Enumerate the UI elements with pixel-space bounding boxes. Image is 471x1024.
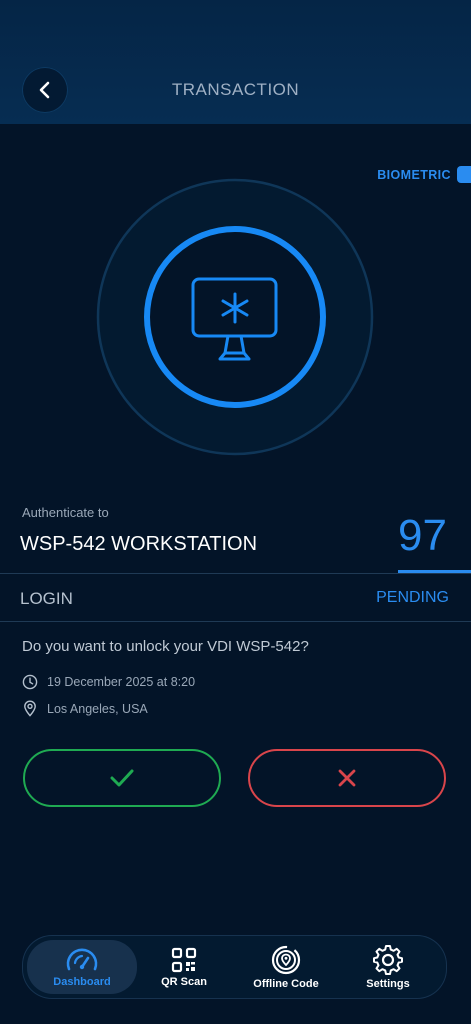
bottom-nav: Dashboard QR Scan Offline Code Settings [22, 935, 447, 999]
status-badge: PENDING [376, 589, 449, 606]
datetime-text: 19 December 2025 at 8:20 [47, 675, 196, 689]
approve-button[interactable] [23, 749, 221, 807]
divider [0, 573, 471, 574]
gear-icon [373, 944, 403, 975]
device-name: WSP-542 WORKSTATION [20, 533, 258, 555]
authenticate-to-label: Authenticate to [22, 505, 109, 520]
biometric-label: BIOMETRIC [377, 167, 451, 182]
countdown-counter: 97 [398, 511, 447, 560]
biometric-toggle-group[interactable]: BIOMETRIC [377, 166, 471, 183]
nav-label: QR Scan [161, 975, 207, 988]
location-row: Los Angeles, USA [22, 700, 148, 717]
clock-icon [22, 674, 38, 690]
speedometer-icon [66, 948, 98, 970]
qr-code-icon [171, 947, 197, 972]
nav-item-offline-code[interactable]: Offline Code [240, 935, 332, 999]
nav-label: Dashboard [53, 975, 111, 988]
nav-item-qr-scan[interactable]: QR Scan [144, 935, 224, 999]
nav-item-dashboard[interactable]: Dashboard [27, 940, 137, 994]
header-bar: TRANSACTION [0, 0, 471, 124]
datetime-row: 19 December 2025 at 8:20 [22, 674, 195, 690]
location-text: Los Angeles, USA [47, 701, 148, 716]
auth-indicator [96, 178, 374, 456]
page-title: TRANSACTION [171, 80, 300, 99]
deny-button[interactable] [248, 749, 446, 807]
nav-label: Settings [366, 977, 410, 990]
close-icon [338, 769, 356, 787]
nav-label: Offline Code [253, 977, 319, 990]
check-icon [110, 769, 134, 787]
biometric-toggle[interactable] [457, 166, 471, 183]
offline-code-icon [271, 945, 301, 974]
question-text: Do you want to unlock your VDI WSP-542? [22, 638, 309, 655]
location-pin-icon [24, 700, 36, 717]
transaction-type: LOGIN [20, 589, 73, 608]
divider [0, 621, 471, 622]
nav-item-settings[interactable]: Settings [348, 935, 428, 999]
